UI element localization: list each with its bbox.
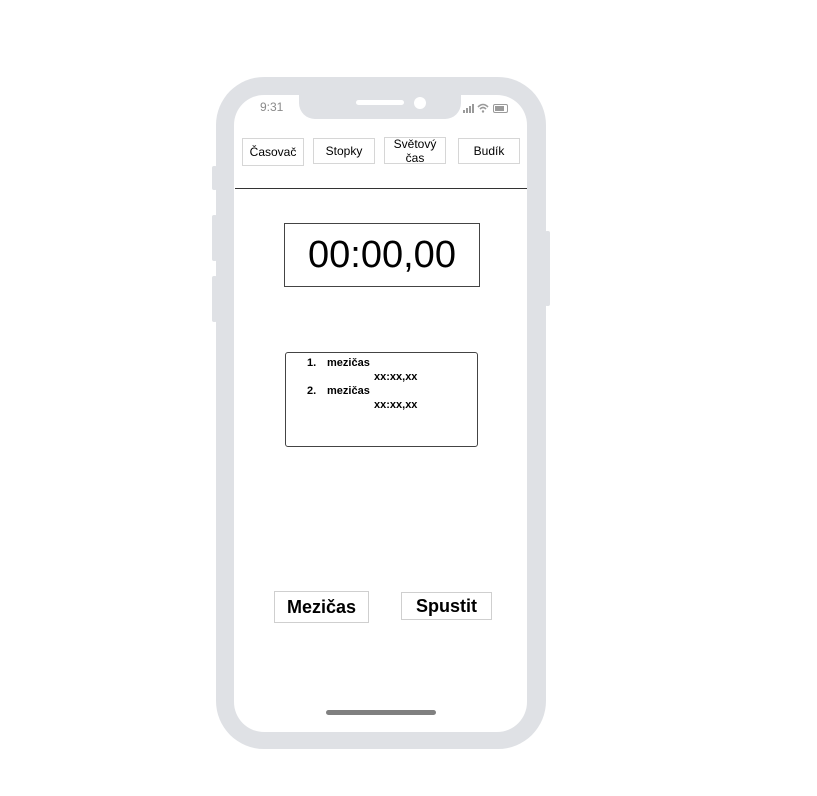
start-button[interactable]: Spustit: [401, 592, 492, 620]
tab-label: Časovač: [249, 145, 297, 159]
wifi-icon: [477, 103, 489, 113]
laps-list: 1. mezičas xx:xx,xx 2. mezičas xx:xx,xx: [285, 352, 478, 447]
tab-label: Světový čas: [393, 136, 437, 165]
battery-icon: [493, 104, 508, 113]
tab-budik[interactable]: Budík: [458, 138, 520, 164]
lap-label: mezičas: [327, 357, 370, 369]
tab-svetovy-cas[interactable]: Světový čas: [384, 136, 446, 165]
lap-time: xx:xx,xx: [374, 399, 418, 411]
status-time: 9:31: [260, 100, 284, 114]
tab-divider: [235, 188, 527, 189]
canvas: 9:31 Časovač Stopky Světový čas Budík 00…: [0, 0, 817, 796]
tab-stopky[interactable]: Stopky: [313, 138, 375, 164]
stopwatch-time: 00:00,00: [308, 233, 456, 276]
tab-casovac[interactable]: Časovač: [242, 138, 304, 166]
start-button-label: Spustit: [416, 595, 477, 616]
tab-label: Budík: [473, 144, 505, 158]
lap-button[interactable]: Mezičas: [274, 591, 369, 623]
home-indicator[interactable]: [326, 710, 436, 715]
lap-time: xx:xx,xx: [374, 371, 418, 383]
tab-label: Stopky: [325, 144, 363, 158]
status-icons: [463, 101, 508, 113]
lap-number: 1.: [307, 357, 317, 369]
notch: [299, 95, 461, 119]
side-button-volume-down: [212, 276, 217, 322]
lap-label: mezičas: [327, 385, 370, 397]
speaker-icon: [356, 100, 404, 105]
side-button-power: [545, 231, 550, 306]
list-item: 2. mezičas: [307, 385, 370, 397]
side-button-mute: [212, 166, 217, 190]
lap-button-label: Mezičas: [286, 596, 357, 617]
signal-icon: [463, 104, 474, 113]
stopwatch-display: 00:00,00: [284, 223, 480, 287]
camera-icon: [414, 97, 426, 109]
lap-number: 2.: [307, 385, 317, 397]
side-button-volume-up: [212, 215, 217, 261]
list-item: 1. mezičas: [307, 357, 370, 369]
